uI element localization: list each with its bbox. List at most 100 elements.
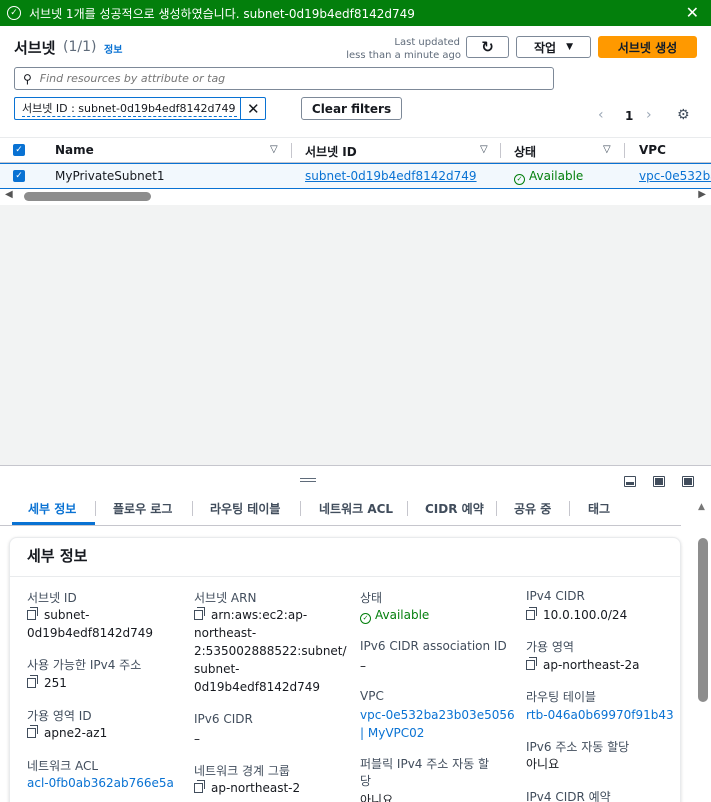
route-table-link[interactable]: rtb-046a0b69970f91b43 xyxy=(526,706,674,724)
copy-icon[interactable] xyxy=(526,657,537,670)
state-label: 상태 xyxy=(360,591,383,605)
cell-status: ✓ Available xyxy=(514,169,583,185)
column-divider[interactable] xyxy=(500,143,501,158)
panel-side-icon[interactable] xyxy=(653,476,665,487)
sort-icon[interactable]: ▽ xyxy=(270,144,278,155)
subnet-id-value: subnet- 0d19b4edf8142d749 xyxy=(27,607,154,640)
page-number[interactable]: 1 xyxy=(625,109,633,123)
ipv6-association-label: IPv6 CIDR association ID xyxy=(360,639,507,653)
last-updated-value: less than a minute ago xyxy=(346,50,461,61)
horizontal-scrollbar[interactable]: ◀ ▶ xyxy=(0,189,711,205)
row-checkbox[interactable]: ✓ xyxy=(13,170,25,182)
subnet-id-label: 서브넷 ID xyxy=(27,591,77,605)
tab-network-acl[interactable]: 네트워크 ACL xyxy=(319,500,393,517)
az-value: ap-northeast-2a xyxy=(526,656,640,674)
search-input[interactable] xyxy=(39,72,520,85)
table-empty-area xyxy=(0,205,711,465)
remove-filter-icon[interactable]: ✕ xyxy=(247,100,260,118)
status-ok-icon: ✓ xyxy=(360,613,371,624)
status-text: Available xyxy=(529,169,584,183)
last-updated-label: Last updated xyxy=(394,37,460,48)
caret-down-icon: ▼ xyxy=(566,42,573,52)
column-header-subnet-id[interactable]: 서브넷 ID xyxy=(305,143,357,160)
status-ok-icon: ✓ xyxy=(514,174,525,185)
panel-full-icon[interactable] xyxy=(682,476,694,487)
sort-icon[interactable]: ▽ xyxy=(480,144,488,155)
scroll-right-icon[interactable]: ▶ xyxy=(698,189,706,200)
refresh-button[interactable]: ↻ xyxy=(466,36,509,58)
scroll-up-icon[interactable]: ▲ xyxy=(698,502,705,512)
border-group-label: 네트워크 경계 그룹 xyxy=(194,764,290,778)
copy-icon[interactable] xyxy=(194,780,205,793)
clear-filters-button[interactable]: Clear filters xyxy=(301,97,402,120)
cell-subnet-id-link[interactable]: subnet-0d19b4edf8142d749 xyxy=(305,169,477,183)
network-acl-label: 네트워크 ACL xyxy=(27,759,99,773)
tab-tags[interactable]: 태그 xyxy=(588,500,610,517)
table-row[interactable]: ✓ MyPrivateSubnet1 subnet-0d19b4edf8142d… xyxy=(0,163,711,189)
resize-handle-icon[interactable] xyxy=(300,478,316,482)
az-id-value: apne2-az1 xyxy=(27,724,107,742)
tab-flow-logs[interactable]: 플로우 로그 xyxy=(113,500,172,517)
select-all-checkbox[interactable]: ✓ xyxy=(13,144,25,156)
ipv6-cidr-value: – xyxy=(194,732,200,746)
scroll-left-icon[interactable]: ◀ xyxy=(5,189,13,200)
public-ipv4-auto-assign-label: 퍼블릭 IPv4 주소 자동 할당 xyxy=(360,757,490,788)
copy-icon[interactable] xyxy=(194,607,205,620)
tab-details[interactable]: 세부 정보 xyxy=(28,500,76,517)
tab-cidr-reservation[interactable]: CIDR 예약 xyxy=(425,500,484,517)
column-divider[interactable] xyxy=(291,143,292,158)
actions-button[interactable]: 작업 ▼ xyxy=(516,36,591,58)
scroll-thumb[interactable] xyxy=(24,192,151,201)
border-group-value: ap-northeast-2 xyxy=(194,779,300,797)
ipv6-auto-assign-value: 아니요 xyxy=(526,757,560,771)
create-subnet-button[interactable]: 서브넷 생성 xyxy=(598,36,697,58)
ipv6-cidr-label: IPv6 CIDR xyxy=(194,712,253,726)
cell-vpc-link[interactable]: vpc-0e532ba2 xyxy=(639,169,711,183)
state-value: ✓ Available xyxy=(360,606,429,624)
tab-divider xyxy=(95,501,96,516)
copy-icon[interactable] xyxy=(526,607,537,620)
info-link[interactable]: 정보 xyxy=(104,41,122,56)
copy-icon[interactable] xyxy=(27,725,38,738)
tab-route-table[interactable]: 라우팅 테이블 xyxy=(210,500,280,517)
details-title: 세부 정보 xyxy=(27,547,88,565)
vpc-link[interactable]: vpc-0e532ba23b03e5056 | MyVPC02 xyxy=(360,706,515,742)
actions-label: 작업 xyxy=(533,40,557,55)
tab-divider xyxy=(192,501,193,516)
network-acl-link[interactable]: acl-0fb0ab362ab766e5a xyxy=(27,774,174,792)
vertical-scrollbar[interactable]: ▲ xyxy=(695,500,711,802)
dismiss-icon[interactable]: ✕ xyxy=(686,3,699,22)
search-box[interactable]: ⚲ xyxy=(14,67,554,90)
previous-page-icon[interactable]: ‹ xyxy=(598,107,604,123)
flash-message: 서브넷 1개를 성공적으로 생성하였습니다. subnet-0d19b4edf8… xyxy=(29,6,415,21)
next-page-icon[interactable]: › xyxy=(646,107,652,123)
detail-tabs: 세부 정보 플로우 로그 라우팅 테이블 네트워크 ACL CIDR 예약 공유… xyxy=(0,496,681,526)
column-divider[interactable] xyxy=(624,143,625,158)
tab-divider xyxy=(496,501,497,516)
copy-icon[interactable] xyxy=(27,607,38,620)
available-ipv4-value: 251 xyxy=(27,674,67,692)
tab-sharing[interactable]: 공유 중 xyxy=(514,500,551,517)
column-header-name[interactable]: Name xyxy=(55,143,94,157)
az-label: 가용 영역 xyxy=(526,640,574,654)
column-header-status[interactable]: 상태 xyxy=(514,143,536,160)
panel-bottom-icon[interactable] xyxy=(624,476,636,487)
vpc-label: VPC xyxy=(360,689,384,703)
filter-token-label[interactable]: 서브넷 ID : subnet-0d19b4edf8142d749 xyxy=(22,100,237,117)
filter-token[interactable]: 서브넷 ID : subnet-0d19b4edf8142d749 ✕ xyxy=(14,97,266,120)
ipv6-auto-assign-label: IPv6 주소 자동 할당 xyxy=(526,740,630,754)
ipv4-cidr-label: IPv4 CIDR xyxy=(526,589,585,603)
preferences-gear-icon[interactable]: ⚙ xyxy=(677,107,690,123)
active-tab-indicator xyxy=(12,522,95,525)
sort-icon[interactable]: ▽ xyxy=(603,144,611,155)
copy-icon[interactable] xyxy=(27,675,38,688)
scroll-thumb[interactable] xyxy=(698,538,708,702)
tab-divider xyxy=(407,501,408,516)
ipv4-cidr-value: 10.0.100.0/24 xyxy=(526,606,627,624)
column-header-vpc[interactable]: VPC xyxy=(639,143,666,157)
route-table-label: 라우팅 테이블 xyxy=(526,690,597,704)
selection-count: (1/1) xyxy=(63,39,97,55)
token-divider xyxy=(240,98,241,119)
search-icon: ⚲ xyxy=(23,71,32,86)
card-divider xyxy=(10,576,680,577)
